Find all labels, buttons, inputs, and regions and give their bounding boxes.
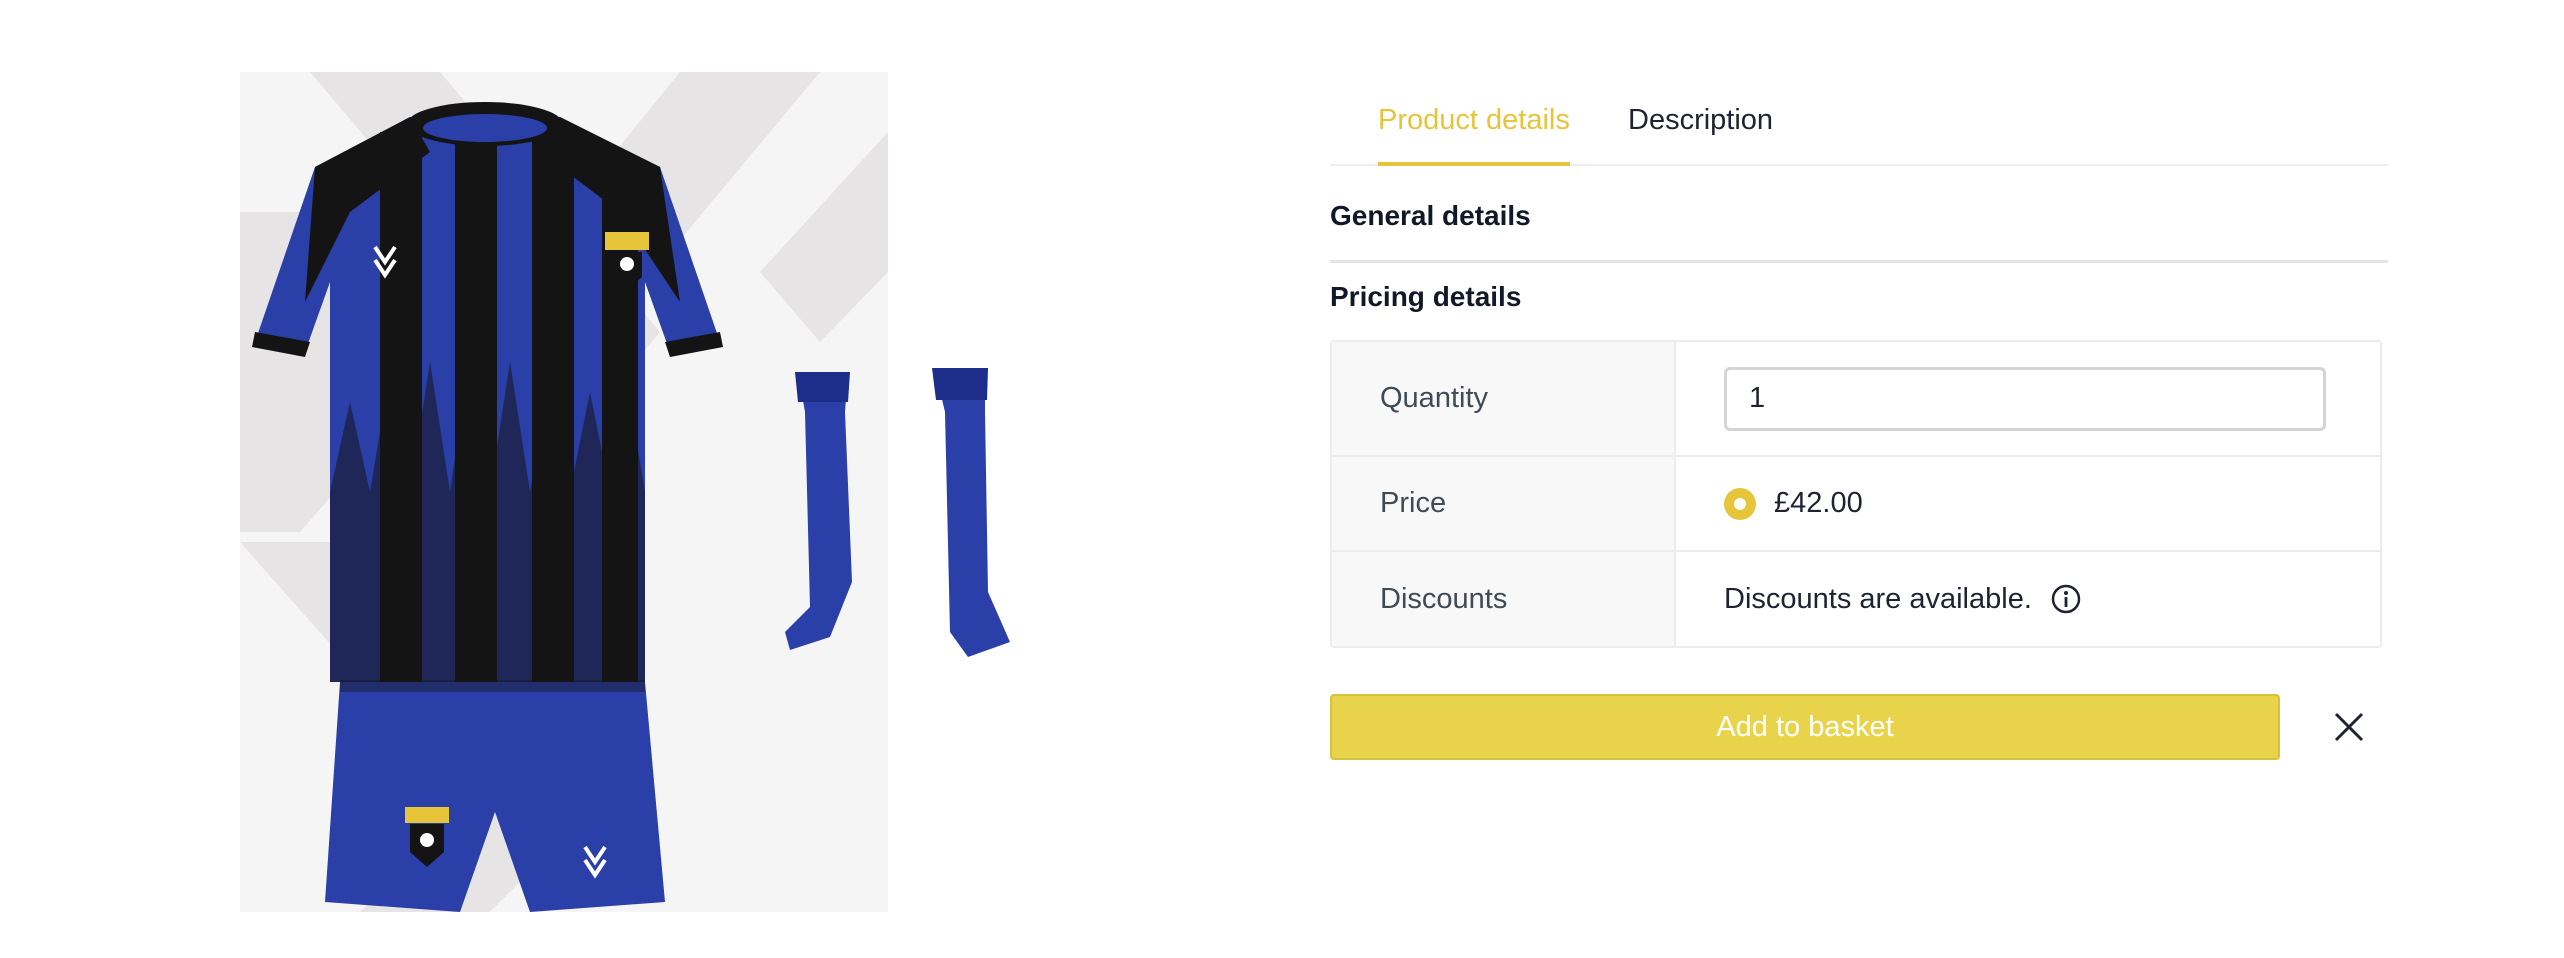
pricing-details-heading: Pricing details [1330,281,1522,312]
tab-product-details[interactable]: Product details [1378,84,1570,166]
product-image [240,72,1030,912]
tab-product-details-label: Product details [1378,104,1570,136]
quantity-value-cell [1676,342,2380,455]
general-details-heading[interactable]: General details [1330,200,2388,263]
quantity-input[interactable] [1724,366,2326,431]
discounts-text: Discounts are available. [1724,582,2032,615]
tab-bar: Product details Description [1330,84,2388,166]
quantity-row: Quantity [1332,342,2380,457]
price-value: £42.00 [1774,487,1863,519]
football-kit-illustration [240,72,1010,912]
price-value-cell: £42.00 [1676,457,2380,550]
close-icon[interactable] [2330,708,2368,746]
price-label: Price [1332,457,1676,550]
quantity-label: Quantity [1332,342,1676,455]
active-tab-indicator [1378,162,1570,166]
add-to-basket-button[interactable]: Add to basket [1330,694,2280,760]
info-icon[interactable] [2050,583,2082,615]
discounts-row: Discounts Discounts are available. [1332,552,2380,646]
pricing-table: Quantity Price £42.00 Discounts Discount… [1330,340,2382,648]
price-row: Price £42.00 [1332,457,2380,552]
discounts-value-cell: Discounts are available. [1676,552,2380,646]
discounts-label: Discounts [1332,552,1676,646]
price-radio[interactable] [1724,487,1756,520]
tab-description[interactable]: Description [1628,84,1773,164]
tab-description-label: Description [1628,104,1774,136]
